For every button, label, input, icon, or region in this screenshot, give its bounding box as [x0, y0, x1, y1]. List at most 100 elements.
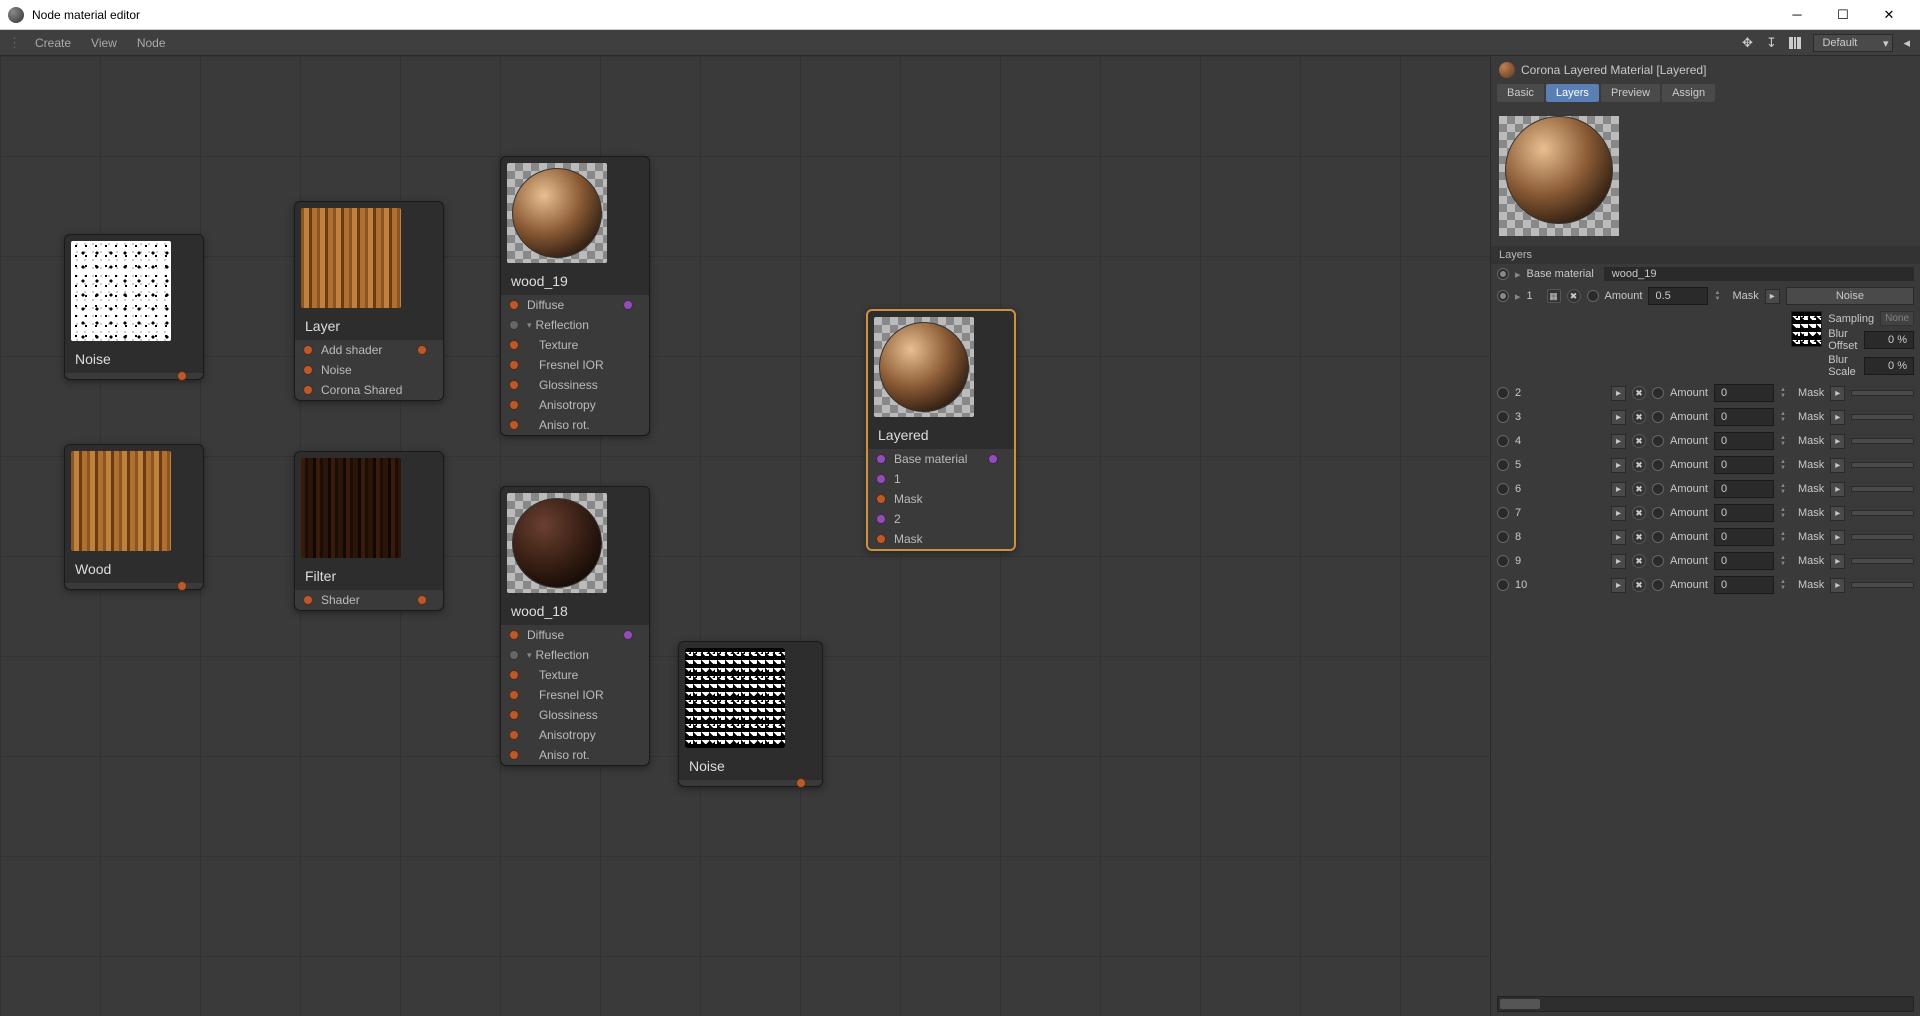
input-port[interactable]	[509, 420, 519, 430]
amount-field[interactable]: 0	[1714, 576, 1774, 594]
radio-base[interactable]	[1497, 268, 1509, 280]
radio-layer[interactable]	[1497, 507, 1509, 519]
mask-value-button[interactable]	[1851, 558, 1914, 564]
tab-layers[interactable]: Layers	[1546, 84, 1599, 102]
input-port[interactable]	[876, 474, 886, 484]
sampling-value[interactable]: None	[1880, 311, 1914, 326]
input-port[interactable]	[303, 365, 313, 375]
radio-layer[interactable]	[1497, 411, 1509, 423]
output-port[interactable]	[988, 454, 998, 464]
radio-amount[interactable]	[1652, 483, 1664, 495]
output-port[interactable]	[417, 595, 427, 605]
amount-field[interactable]: 0	[1714, 456, 1774, 474]
input-port[interactable]	[509, 360, 519, 370]
slot-arrow-icon[interactable]: ▸	[1611, 458, 1626, 473]
mask-arrow-icon[interactable]: ▸	[1830, 578, 1845, 593]
mask-value-button[interactable]	[1851, 510, 1914, 516]
input-port[interactable]	[509, 730, 519, 740]
horizontal-scrollbar[interactable]	[1497, 996, 1914, 1012]
layer-clear-icon[interactable]: ✖	[1567, 289, 1581, 303]
input-port[interactable]	[509, 650, 519, 660]
input-port[interactable]	[303, 385, 313, 395]
mask-value-button[interactable]	[1851, 414, 1914, 420]
layer-clear-icon[interactable]: ✖	[1632, 410, 1646, 424]
move-icon[interactable]: ✥	[1737, 33, 1757, 53]
radio-layer[interactable]	[1497, 555, 1509, 567]
layer-clear-icon[interactable]: ✖	[1632, 386, 1646, 400]
node-layer[interactable]: Layer Add shader Noise Corona Shared	[294, 201, 444, 401]
layer-clear-icon[interactable]: ✖	[1632, 434, 1646, 448]
input-port[interactable]	[876, 494, 886, 504]
input-port[interactable]	[509, 630, 519, 640]
blur-scale-field[interactable]: 0 %	[1864, 357, 1914, 375]
input-port[interactable]	[876, 514, 886, 524]
mask-arrow-icon[interactable]: ▸	[1830, 482, 1845, 497]
menu-create[interactable]: Create	[25, 32, 81, 54]
mask-arrow-icon[interactable]: ▸	[1830, 410, 1845, 425]
slot-arrow-icon[interactable]: ▸	[1611, 482, 1626, 497]
mask-arrow-icon[interactable]: ▸	[1765, 289, 1780, 304]
slot-arrow-icon[interactable]: ▸	[1611, 410, 1626, 425]
slot-arrow-icon[interactable]: ▸	[1611, 434, 1626, 449]
radio-layer[interactable]	[1497, 579, 1509, 591]
mask-arrow-icon[interactable]: ▸	[1830, 530, 1845, 545]
input-port[interactable]	[509, 710, 519, 720]
radio-amount[interactable]	[1652, 459, 1664, 471]
mask-value-button[interactable]	[1851, 390, 1914, 396]
radio-amount[interactable]	[1652, 387, 1664, 399]
node-wood[interactable]: Wood	[64, 444, 204, 590]
radio-amount[interactable]	[1587, 290, 1599, 302]
slot-arrow-icon[interactable]: ▸	[1611, 554, 1626, 569]
node-canvas[interactable]: Noise Wood Layer Add shader Noise Corona…	[0, 56, 1490, 1016]
output-port[interactable]	[177, 581, 187, 591]
amount-field[interactable]: 0	[1714, 528, 1774, 546]
amount-field[interactable]: 0	[1714, 432, 1774, 450]
mask-arrow-icon[interactable]: ▸	[1830, 506, 1845, 521]
node-wood-19[interactable]: wood_19 Diffuse ▾Reflection Texture Fres…	[500, 156, 650, 436]
input-port[interactable]	[303, 345, 313, 355]
input-port[interactable]	[509, 380, 519, 390]
tab-preview[interactable]: Preview	[1601, 84, 1660, 102]
input-port[interactable]	[303, 595, 313, 605]
tab-assign[interactable]: Assign	[1662, 84, 1715, 102]
radio-layer[interactable]	[1497, 483, 1509, 495]
mask-value-button[interactable]: Noise	[1786, 287, 1914, 305]
amount-field[interactable]: 0	[1714, 552, 1774, 570]
mask-arrow-icon[interactable]: ▸	[1830, 554, 1845, 569]
node-noise-2[interactable]: Noise	[678, 641, 823, 787]
node-wood-18[interactable]: wood_18 Diffuse ▾Reflection Texture Fres…	[500, 486, 650, 766]
mask-arrow-icon[interactable]: ▸	[1830, 386, 1845, 401]
slot-arrow-icon[interactable]: ▸	[1611, 506, 1626, 521]
layer-clear-icon[interactable]: ✖	[1632, 530, 1646, 544]
mask-arrow-icon[interactable]: ▸	[1830, 458, 1845, 473]
layer-slot-icon[interactable]: ▦	[1547, 289, 1561, 303]
output-port[interactable]	[623, 300, 633, 310]
node-noise-1[interactable]: Noise	[64, 234, 204, 380]
radio-amount[interactable]	[1652, 435, 1664, 447]
input-port[interactable]	[509, 690, 519, 700]
preset-dropdown[interactable]: Default	[1813, 34, 1893, 52]
slot-arrow-icon[interactable]: ▸	[1611, 386, 1626, 401]
amount-field[interactable]: 0.5	[1648, 287, 1708, 305]
input-port[interactable]	[509, 670, 519, 680]
slot-arrow-icon[interactable]: ▸	[1611, 578, 1626, 593]
input-port[interactable]	[509, 400, 519, 410]
input-port[interactable]	[876, 454, 886, 464]
menu-node[interactable]: Node	[127, 32, 176, 54]
radio-layer[interactable]	[1497, 435, 1509, 447]
radio-layer-1[interactable]	[1497, 290, 1509, 302]
output-port[interactable]	[796, 778, 806, 788]
node-filter[interactable]: Filter Shader	[294, 451, 444, 611]
menu-view[interactable]: View	[81, 32, 127, 54]
output-port[interactable]	[177, 371, 187, 381]
output-port[interactable]	[417, 345, 427, 355]
input-port[interactable]	[509, 320, 519, 330]
radio-layer[interactable]	[1497, 531, 1509, 543]
input-port[interactable]	[509, 340, 519, 350]
align-icon[interactable]: ↧	[1761, 33, 1781, 53]
collapse-sidebar-icon[interactable]: ◂	[1903, 35, 1910, 51]
radio-amount[interactable]	[1652, 507, 1664, 519]
mask-value-button[interactable]	[1851, 462, 1914, 468]
radio-amount[interactable]	[1652, 579, 1664, 591]
input-port[interactable]	[876, 534, 886, 544]
